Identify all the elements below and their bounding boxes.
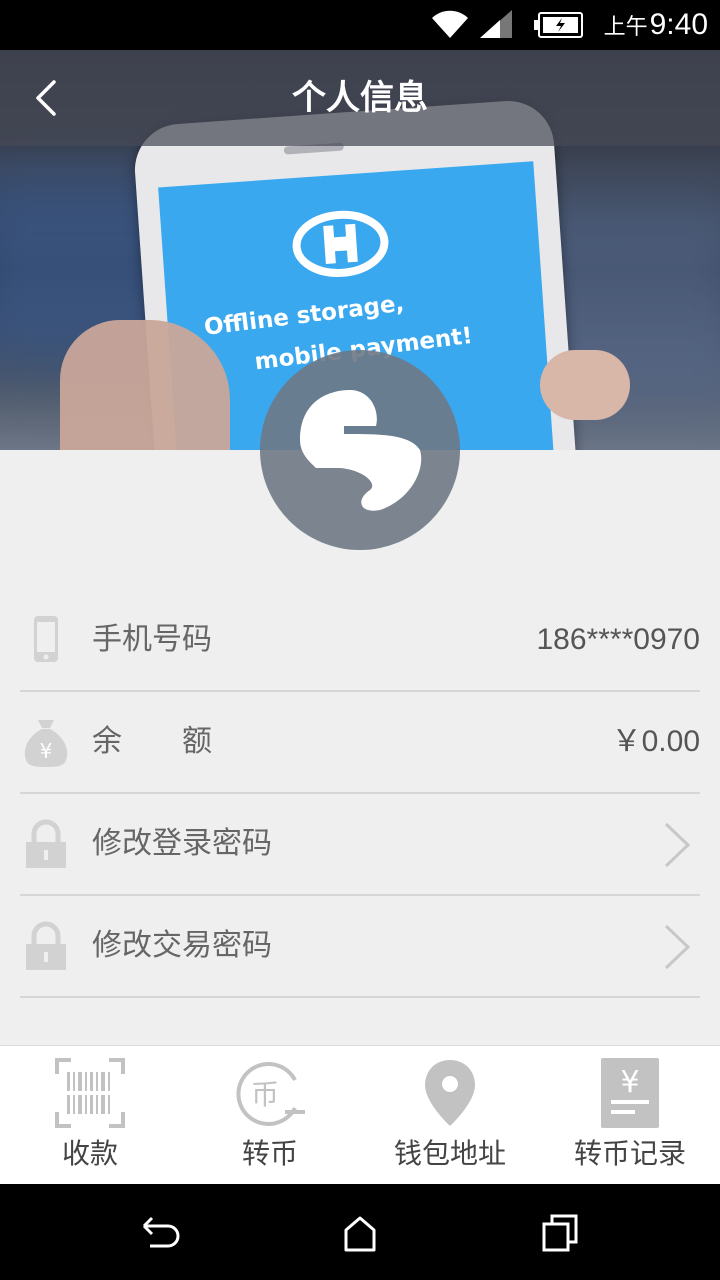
coin-transfer-icon: 币 bbox=[236, 1062, 305, 1126]
svg-text:¥: ¥ bbox=[40, 739, 53, 763]
lock-icon bbox=[26, 819, 66, 868]
phone-row: 手机号码 186****0970 bbox=[20, 590, 700, 692]
clock-time: 9:40 bbox=[649, 8, 708, 41]
lock-icon bbox=[26, 921, 66, 970]
location-pin-icon bbox=[425, 1060, 475, 1126]
system-nav-bar bbox=[0, 1184, 720, 1280]
nav-transfer[interactable]: 币 转币 bbox=[180, 1046, 360, 1185]
change-login-password-label: 修改登录密码 bbox=[92, 826, 272, 861]
avatar[interactable] bbox=[260, 350, 460, 550]
change-trade-password-row[interactable]: 修改交易密码 bbox=[20, 896, 700, 998]
bottom-nav: 收款 币 转币 钱包地址 ¥ 转币记录 bbox=[0, 1045, 720, 1184]
battery-icon bbox=[534, 12, 583, 38]
change-trade-password-label: 修改交易密码 bbox=[92, 928, 272, 963]
signal-icon bbox=[480, 10, 512, 38]
chevron-right-icon bbox=[664, 822, 691, 868]
avatar-placeholder-icon bbox=[300, 390, 422, 511]
nav-transfer-records-label: 转币记录 bbox=[573, 1137, 686, 1170]
brand-logo-icon bbox=[292, 210, 389, 277]
nav-receive-label: 收款 bbox=[61, 1137, 118, 1170]
receipt-icon: ¥ bbox=[601, 1058, 659, 1128]
app-bar: 个人信息 bbox=[0, 50, 720, 146]
change-login-password-row[interactable]: 修改登录密码 bbox=[20, 794, 700, 896]
nav-wallet-address[interactable]: 钱包地址 bbox=[360, 1046, 540, 1185]
barcode-scan-icon bbox=[55, 1058, 125, 1128]
back-icon[interactable] bbox=[138, 1212, 182, 1256]
nav-transfer-records[interactable]: ¥ 转币记录 bbox=[540, 1046, 720, 1185]
status-bar: 上午9:40 bbox=[0, 0, 720, 50]
nav-receive[interactable]: 收款 bbox=[0, 1046, 180, 1185]
phone-icon bbox=[34, 616, 58, 662]
clock: 上午9:40 bbox=[604, 6, 708, 46]
balance-label: 余 额 bbox=[92, 724, 212, 759]
phone-value: 186****0970 bbox=[536, 623, 701, 656]
balance-value: ￥0.00 bbox=[611, 725, 700, 758]
phone-label: 手机号码 bbox=[92, 622, 212, 657]
home-icon[interactable] bbox=[338, 1212, 382, 1256]
balance-row: ¥ 余 额 ￥0.00 bbox=[20, 692, 700, 794]
svg-text:币: 币 bbox=[251, 1078, 279, 1111]
money-bag-icon: ¥ bbox=[24, 720, 68, 767]
clock-ampm: 上午 bbox=[603, 14, 648, 39]
nav-wallet-address-label: 钱包地址 bbox=[393, 1137, 506, 1170]
nav-transfer-label: 转币 bbox=[241, 1137, 298, 1170]
svg-text:¥: ¥ bbox=[620, 1065, 639, 1100]
info-list: 手机号码 186****0970 ¥ 余 额 ￥0.00 修改登录密码 修改交易… bbox=[20, 590, 700, 998]
thumb-illustration bbox=[540, 350, 630, 420]
chevron-right-icon bbox=[664, 924, 691, 970]
recent-apps-icon[interactable] bbox=[538, 1212, 582, 1256]
wifi-icon bbox=[432, 10, 468, 38]
page-title: 个人信息 bbox=[292, 78, 428, 118]
